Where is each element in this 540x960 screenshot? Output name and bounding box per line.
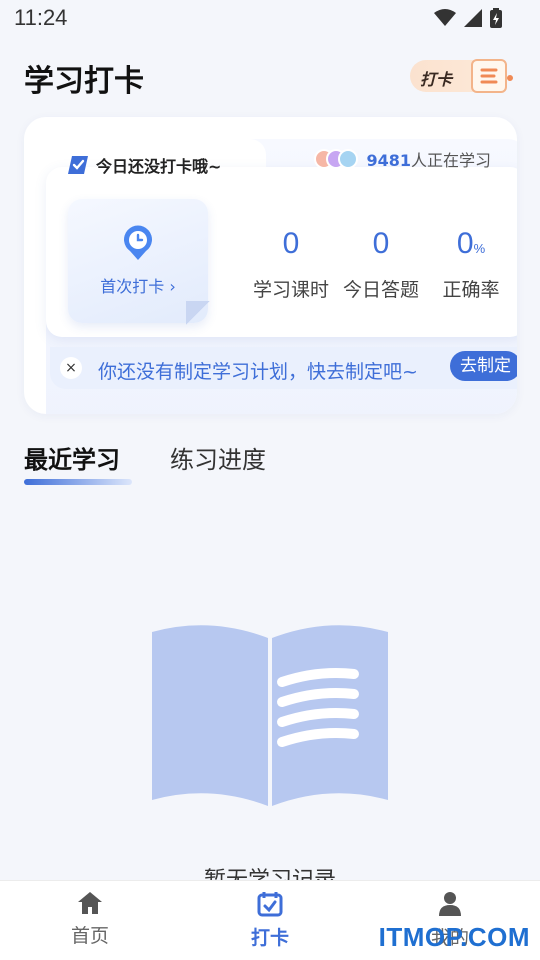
checkin-notice: 今日还没打卡哦~ [68, 153, 221, 177]
open-book-icon [152, 625, 388, 806]
tab-recent-study[interactable]: 最近学习 [24, 440, 132, 485]
status-bar: 11:24 [0, 0, 540, 36]
calendar-sticker-icon [471, 59, 513, 93]
stat-label: 学习课时 [252, 279, 329, 301]
page-title: 学习打卡 [24, 64, 144, 99]
person-icon [439, 892, 461, 916]
plan-notice-text: 你还没有制定学习计划，快去制定吧~ [98, 361, 418, 383]
stat-value: 0 [456, 227, 474, 260]
learners-info: 9481人正在学习 [314, 147, 491, 171]
learner-avatars [314, 149, 359, 169]
calendar-check-icon [257, 892, 283, 917]
stat-label: 今日答题 [342, 279, 419, 301]
badge-label: 打卡 [420, 70, 453, 89]
stats-row: 0 学习课时 0 今日答题 0% 正确率 [246, 227, 516, 302]
stat-unit: % [473, 241, 486, 256]
status-time: 11:24 [14, 5, 68, 30]
tab-practice-progress[interactable]: 练习进度 [170, 440, 266, 485]
stat-today-answers: 0 今日答题 [336, 227, 426, 302]
close-icon[interactable]: × [60, 357, 82, 379]
first-checkin-ticket[interactable]: 首次打卡 › [68, 199, 210, 325]
first-checkin-button[interactable]: 首次打卡 › [68, 273, 208, 297]
signal-icon [464, 9, 482, 27]
avatar [338, 149, 359, 169]
make-plan-button[interactable]: 去制定 [450, 351, 517, 381]
battery-icon [490, 8, 502, 28]
wifi-icon [434, 9, 456, 26]
status-icons [434, 8, 502, 28]
nav-home[interactable]: 首页 [0, 881, 180, 960]
stat-study-hours: 0 学习课时 [246, 227, 336, 302]
stat-label: 正确率 [442, 279, 500, 301]
nav-label: 打卡 [250, 927, 289, 949]
learners-suffix: 人正在学习 [410, 151, 491, 170]
clock-icon [124, 225, 152, 260]
checkin-badge[interactable]: 打卡 [410, 56, 518, 96]
stat-value: 0 [372, 227, 390, 260]
checkin-card: 今日还没打卡哦~ 9481人正在学习 首次打卡 › 0 学习课时 0 今日答题 … [24, 117, 517, 414]
stat-accuracy: 0% 正确率 [426, 227, 516, 302]
nav-checkin[interactable]: 打卡 [180, 881, 360, 960]
notice-title: 今日还没打卡哦~ [96, 157, 222, 176]
checkin-flag-icon [68, 156, 88, 174]
learners-count: 9481 [366, 151, 411, 170]
home-icon [78, 892, 102, 914]
watermark: ITMOP.COM [378, 922, 530, 952]
content-tabs: 最近学习 练习进度 [24, 440, 266, 485]
nav-label: 首页 [70, 925, 109, 947]
stat-value: 0 [282, 227, 300, 260]
